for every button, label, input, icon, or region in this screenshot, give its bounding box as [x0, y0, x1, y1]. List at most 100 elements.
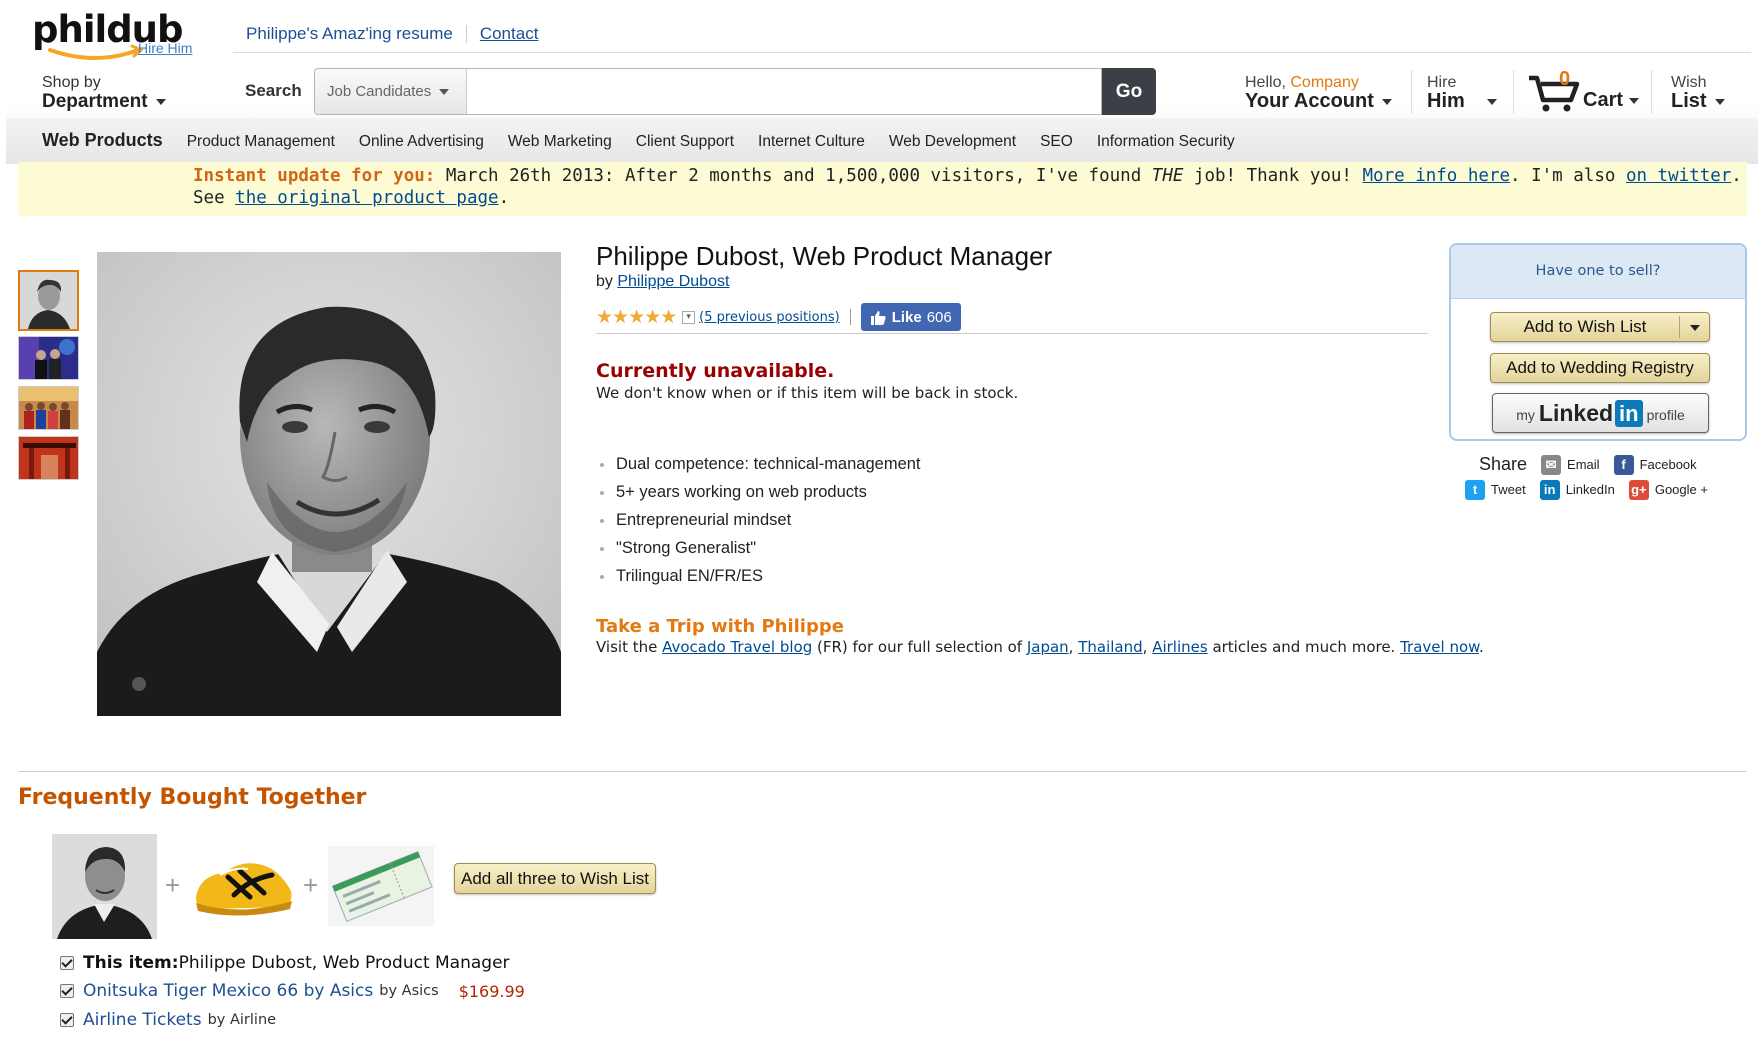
banner-emphasis: THE: [1151, 166, 1184, 186]
travel-now-link[interactable]: Travel now: [1400, 638, 1479, 656]
previous-positions-link[interactable]: (5 previous positions): [699, 310, 840, 325]
linkedin-wordmark: Linked: [1538, 399, 1614, 426]
category-item[interactable]: Product Management: [187, 133, 335, 151]
caret-down-icon: [1486, 98, 1497, 105]
rating-dropdown-icon[interactable]: ▾: [682, 310, 696, 324]
hire-him-menu[interactable]: Hire Him: [1427, 73, 1497, 111]
item-link[interactable]: Airline Tickets: [83, 1010, 202, 1030]
feature-item: "Strong Generalist": [600, 539, 921, 567]
trip-text-part: ,: [1142, 638, 1153, 656]
linkedin-profile-button[interactable]: my Linked in profile: [1492, 393, 1709, 433]
search-scope-select[interactable]: Job Candidates: [315, 69, 467, 114]
fbt-portrait[interactable]: [52, 834, 157, 939]
logo[interactable]: phildub Hire Him: [32, 8, 212, 60]
twitter-icon: t: [1465, 479, 1485, 500]
thumbs-up-icon: [870, 310, 886, 325]
category-item[interactable]: Client Support: [636, 133, 734, 151]
contact-link[interactable]: Contact: [480, 24, 539, 44]
category-web-products[interactable]: Web Products: [42, 130, 163, 151]
shop-by-department[interactable]: Shop by Department: [42, 73, 166, 111]
your-account-label: Your Account: [1245, 90, 1374, 112]
availability-note: We don't know when or if this item will …: [596, 384, 1019, 402]
fbt-tickets[interactable]: [328, 846, 434, 926]
feature-item: 5+ years working on web products: [600, 483, 921, 511]
banner-text: .: [1731, 166, 1742, 186]
trip-text-part: articles and much more.: [1207, 638, 1401, 656]
cart-icon: [1529, 75, 1580, 112]
thumbnail-portrait[interactable]: [18, 270, 79, 331]
caret-down-icon: [155, 98, 166, 105]
item-checkbox[interactable]: [60, 1013, 74, 1027]
plus-sign: +: [303, 870, 319, 900]
wish-big-label: List: [1671, 90, 1707, 112]
logo-hire-link[interactable]: Hire Him: [138, 40, 192, 56]
cart-button[interactable]: 0 Cart: [1527, 68, 1647, 116]
item-checkbox[interactable]: [60, 984, 74, 998]
buy-box: Have one to sell? Add to Wish List Add t…: [1449, 243, 1747, 441]
share-email-label: Email: [1567, 457, 1600, 472]
author-link[interactable]: Philippe Dubost: [617, 273, 729, 290]
thumbnail-temple[interactable]: [18, 436, 79, 480]
product-title: Philippe Dubost, Web Product Manager: [596, 241, 1053, 271]
thumbnail-group[interactable]: [18, 386, 79, 430]
share-linkedin[interactable]: in LinkedIn: [1539, 479, 1615, 500]
divider: [849, 309, 851, 325]
by-label: by: [596, 273, 618, 290]
share-facebook[interactable]: f Facebook: [1613, 454, 1697, 475]
star-rating-icon[interactable]: ★★★★★: [596, 306, 677, 328]
plus-sign: +: [165, 870, 181, 900]
thailand-link[interactable]: Thailand: [1078, 638, 1142, 656]
caret-down-icon: [1629, 97, 1640, 104]
add-to-wedding-registry-button[interactable]: Add to Wedding Registry: [1490, 353, 1710, 383]
airlines-link[interactable]: Airlines: [1152, 638, 1207, 656]
add-all-three-button[interactable]: Add all three to Wish List: [454, 863, 656, 894]
sneaker-image: [196, 863, 292, 916]
trip-text: Visit the Avocado Travel blog (FR) for o…: [596, 638, 1484, 656]
divider: [1651, 70, 1652, 114]
twitter-link[interactable]: on twitter: [1626, 166, 1731, 186]
category-item[interactable]: Web Development: [889, 133, 1016, 151]
feature-item: Entrepreneurial mindset: [600, 511, 921, 539]
have-one-to-sell[interactable]: Have one to sell?: [1451, 245, 1745, 299]
chevron-down-icon[interactable]: [1679, 316, 1709, 338]
item-link[interactable]: Onitsuka Tiger Mexico 66 by Asics: [83, 981, 373, 1001]
like-count: 606: [926, 308, 952, 326]
search-box: Job Candidates: [314, 68, 1102, 115]
japan-link[interactable]: Japan: [1027, 638, 1069, 656]
more-info-link[interactable]: More info here: [1363, 166, 1511, 186]
facebook-like-button[interactable]: Like 606: [860, 303, 961, 331]
fbt-sneaker[interactable]: [190, 845, 300, 925]
divider: [1411, 70, 1412, 114]
thumbnail-event[interactable]: [18, 336, 79, 380]
fbt-heading: Frequently Bought Together: [18, 785, 367, 810]
item-checkbox[interactable]: [60, 956, 74, 970]
original-page-link[interactable]: the original product page: [235, 188, 498, 208]
portrait-photo-image: [97, 252, 561, 716]
group-photo-image: [19, 387, 78, 429]
share-label: Share: [1479, 454, 1528, 474]
feature-item: Trilingual EN/FR/ES: [600, 567, 921, 595]
share-google[interactable]: g+ Google +: [1628, 479, 1708, 500]
cart-count: 0: [1559, 68, 1571, 90]
category-item[interactable]: Online Advertising: [359, 133, 484, 151]
category-item[interactable]: Internet Culture: [758, 133, 865, 151]
resume-link[interactable]: Philippe's Amaz'ing resume: [246, 24, 453, 44]
fbt-item-row: This item: Philippe Dubost, Web Product …: [60, 953, 510, 973]
category-item[interactable]: Web Marketing: [508, 133, 612, 151]
go-button[interactable]: Go: [1102, 68, 1156, 115]
search-input[interactable]: [468, 69, 1098, 114]
travel-blog-link[interactable]: Avocado Travel blog: [662, 638, 812, 656]
update-banner: Instant update for you: March 26th 2013:…: [18, 162, 1747, 216]
category-item[interactable]: Information Security: [1097, 133, 1235, 151]
fbt-item-row: Airline Tickets by Airline: [60, 1010, 276, 1030]
facebook-icon: f: [1613, 454, 1634, 475]
wish-list-menu[interactable]: Wish List: [1671, 73, 1725, 111]
like-label: Like: [891, 308, 922, 326]
share-tweet[interactable]: t Tweet: [1465, 479, 1526, 500]
byline: by Philippe Dubost: [596, 273, 729, 291]
category-item[interactable]: SEO: [1040, 133, 1073, 151]
add-to-wish-list-button[interactable]: Add to Wish List: [1490, 312, 1710, 342]
linkedin-profile-label: profile: [1646, 407, 1685, 423]
share-email[interactable]: ✉ Email: [1541, 454, 1600, 475]
your-account-menu[interactable]: Hello, Company Your Account: [1245, 73, 1392, 111]
